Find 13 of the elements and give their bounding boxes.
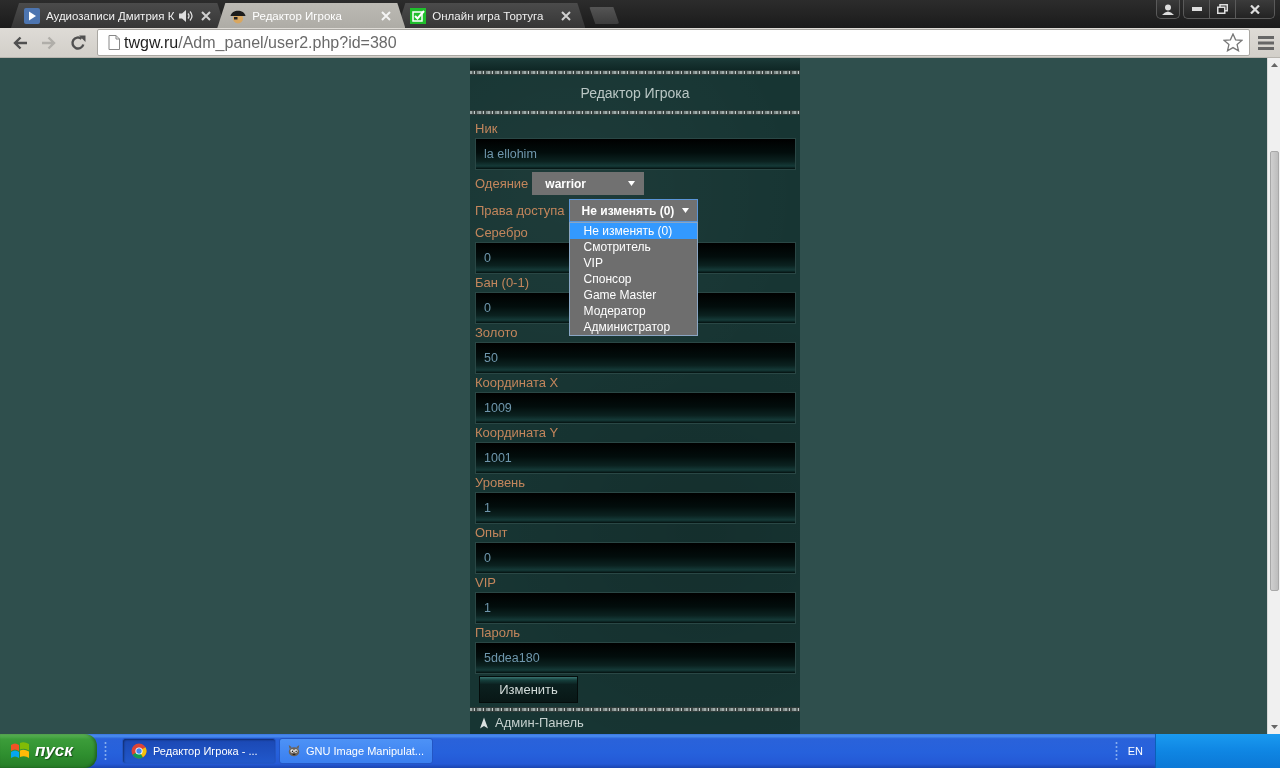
field-label: VIP [475, 574, 496, 592]
field-label: Одеяние [475, 174, 529, 193]
field-label: Уровень [475, 474, 526, 492]
field-label: Пароль [475, 624, 521, 642]
field-label: Координата Y [475, 424, 559, 442]
field-label: Права доступа [475, 201, 565, 220]
field-label: Опыт [475, 524, 508, 542]
field-label: Золото [475, 324, 518, 342]
field-label: Бан (0-1) [475, 274, 529, 292]
panel-title: Редактор Игрока [579, 83, 691, 103]
field-label: Координата X [475, 374, 559, 392]
field-label: Серебро [475, 224, 528, 242]
field-label: Ник [475, 120, 498, 138]
